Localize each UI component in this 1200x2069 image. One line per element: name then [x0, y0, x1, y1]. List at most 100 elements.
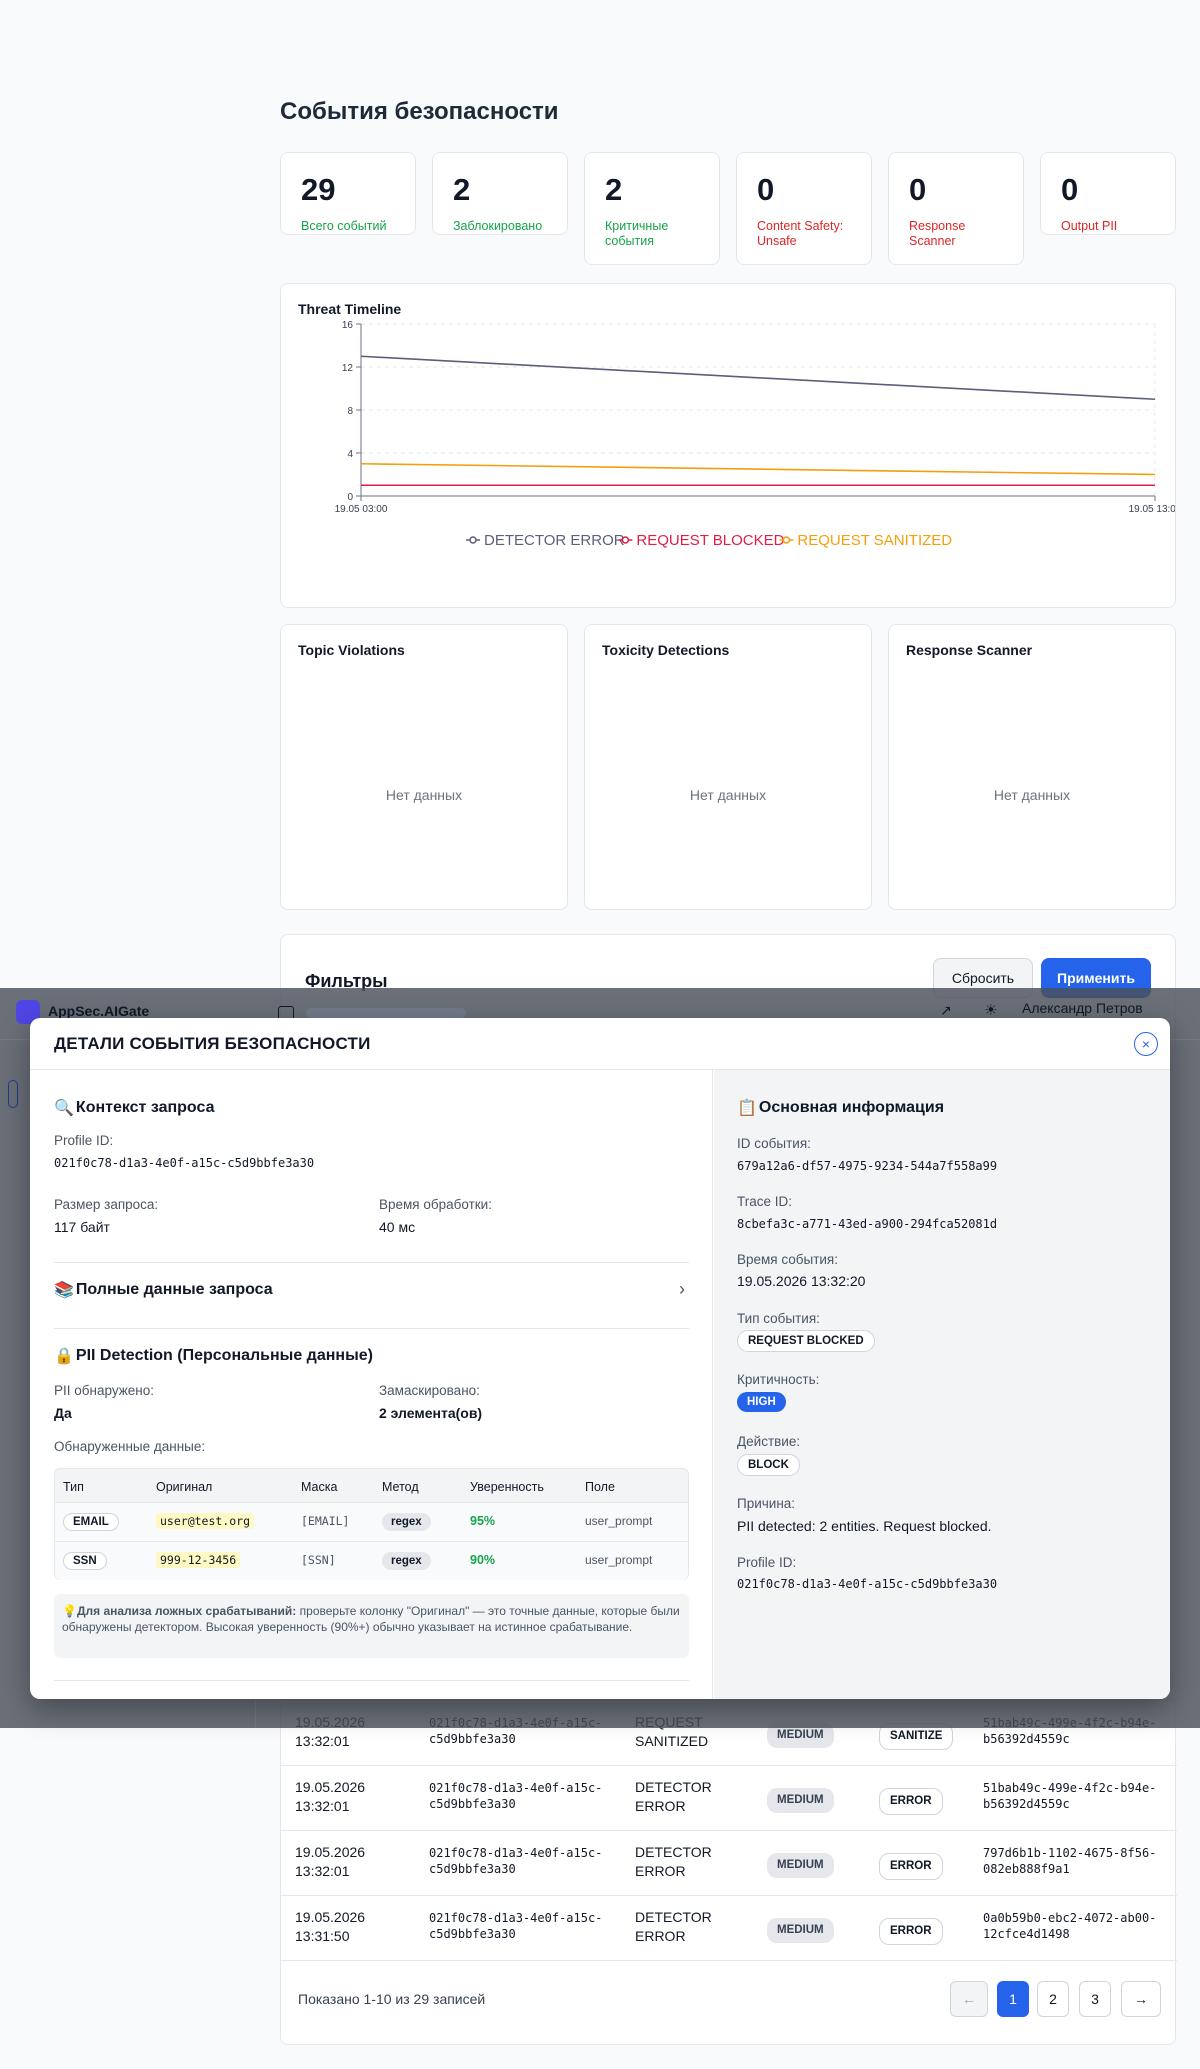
event-id-label: ID события:	[737, 1136, 811, 1151]
stat-card-response-scanner: 0 Response Scanner	[888, 152, 1024, 265]
reason-label: Причина:	[737, 1496, 796, 1511]
sidebar-item-active[interactable]	[8, 1080, 18, 1108]
clipboard-icon: 📋	[737, 1100, 757, 1117]
pii-field: user_prompt	[585, 1553, 653, 1567]
modal-title: ДЕТАЛИ СОБЫТИЯ БЕЗОПАСНОСТИ	[54, 1034, 371, 1053]
pii-found-value: Да	[54, 1405, 72, 1421]
panel-title: Response Scanner	[906, 642, 1033, 658]
stat-value: 2	[605, 172, 623, 207]
modal-left-column: 🔍 Контекст запроса Profile ID: 021f0c78-…	[30, 1070, 713, 1699]
page-button-3[interactable]: 3	[1079, 1981, 1111, 2017]
legend-label: DETECTOR ERROR	[484, 532, 625, 549]
series-line-request-sanitized	[360, 462, 1156, 476]
cell-profile: 021f0c78-d1a3-4e0f-a15c-c5d9bbfe3a30	[429, 1781, 603, 1811]
table-row[interactable]: 19.05.2026 13:31:50 021f0c78-d1a3-4e0f-a…	[281, 1896, 1177, 1961]
user-name[interactable]: Александр Петров	[1022, 1000, 1143, 1016]
y-tick-label: 0	[347, 492, 353, 503]
table-row[interactable]: 19.05.2026 13:32:01 021f0c78-d1a3-4e0f-a…	[281, 1766, 1177, 1831]
section-pii-detection: 🔒 PII Detection (Персональные данные)	[54, 1346, 373, 1366]
stat-label: Content Safety: Unsafe	[757, 219, 844, 248]
cell-profile: 021f0c78-d1a3-4e0f-a15c-c5d9bbfe3a30	[429, 1846, 603, 1876]
modal-header: ДЕТАЛИ СОБЫТИЯ БЕЗОПАСНОСТИ ×	[30, 1018, 1170, 1070]
stat-label: Всего событий	[301, 219, 387, 233]
y-tick-label: 12	[342, 363, 354, 374]
empty-state: Нет данных	[993, 787, 1071, 803]
section-request-context: 🔍 Контекст запроса	[54, 1098, 214, 1118]
theme-toggle-icon[interactable]: ☀	[984, 1001, 997, 1019]
panel-toxicity-detections: Toxicity Detections Нет данных	[584, 624, 872, 910]
lightbulb-icon: 💡	[62, 1604, 77, 1618]
stat-card-output-pii: 0 Output PII	[1040, 152, 1176, 235]
cell-profile: 021f0c78-d1a3-4e0f-a15c-c5d9bbfe3a30	[429, 1911, 603, 1941]
next-page-button[interactable]: →	[1121, 1981, 1161, 2017]
action-badge: ERROR	[879, 1853, 943, 1880]
pii-row: EMAIL user@test.org [EMAIL] regex 95% us…	[55, 1502, 688, 1541]
event-time-value: 19.05.2026 13:32:20	[737, 1273, 866, 1289]
threat-timeline-chart: 0 4 8 12 16 19.05 03:00 19.05 13:00 DETECTOR ER…	[335, 320, 1175, 549]
y-tick-label: 16	[342, 320, 354, 331]
stat-label: Заблокировано	[453, 219, 543, 233]
table-row[interactable]: 19.05.2026 13:32:01 021f0c78-d1a3-4e0f-a…	[281, 1831, 1177, 1896]
detected-data-label: Обнаруженные данные:	[54, 1439, 206, 1454]
pii-row: SSN 999-12-3456 [SSN] regex 90% user_pro…	[55, 1541, 688, 1580]
pii-found-label: PII обнаружено:	[54, 1383, 154, 1398]
magnifier-icon: 🔍	[54, 1100, 74, 1117]
divider	[54, 1680, 689, 1681]
stat-label: Response Scanner	[909, 219, 966, 248]
column-header: Уверенность	[470, 1480, 544, 1494]
legend-label: REQUEST BLOCKED	[636, 532, 784, 549]
processing-time-label: Время обработки:	[379, 1197, 492, 1212]
panel-response-scanner: Response Scanner Нет данных	[888, 624, 1176, 910]
trace-id-value: 8cbefa3c-a771-43ed-a900-294fca52081d	[737, 1217, 998, 1231]
reason-value: PII detected: 2 entities. Request blocke…	[737, 1518, 992, 1534]
column-header: Маска	[301, 1480, 338, 1494]
full-request-data-toggle[interactable]: 📚 Полные данные запроса ›	[54, 1279, 689, 1300]
cell-type: DETECTOR ERROR	[635, 1779, 712, 1814]
event-type-badge: REQUEST BLOCKED	[737, 1330, 875, 1352]
legend-marker-dot	[782, 536, 791, 544]
event-type-label: Тип события:	[737, 1311, 820, 1326]
size-value: 117 байт	[54, 1219, 110, 1235]
pii-confidence: 90%	[470, 1553, 496, 1567]
threat-timeline-card: Threat Timeline 0 4 8 12 16 19.05 03:00 19.05 …	[280, 283, 1176, 608]
event-time-label: Время события:	[737, 1252, 838, 1267]
event-id-value: 679a12a6-df57-4975-9234-544a7f558a99	[737, 1159, 998, 1173]
severity-badge: MEDIUM	[767, 1918, 834, 1943]
prev-page-button[interactable]: ←	[950, 1981, 988, 2017]
cell-type: DETECTOR ERROR	[635, 1844, 712, 1879]
pagination: Показано 1-10 из 29 записей ← 1 2 3 →	[281, 1961, 1177, 2031]
pii-field: user_prompt	[585, 1514, 653, 1528]
severity-label: Критичность:	[737, 1372, 820, 1387]
external-link-icon[interactable]: ↗	[940, 1002, 952, 1019]
panel-title: Topic Violations	[298, 642, 405, 658]
section-title: Полные данные запроса	[75, 1281, 273, 1298]
pii-original: user@test.org	[156, 1513, 255, 1529]
false-positive-tip: 💡Для анализа ложных срабатываний: провер…	[54, 1594, 689, 1658]
stat-value: 2	[453, 172, 471, 207]
stat-label: Критичные события	[605, 219, 669, 248]
lock-icon: 🔒	[54, 1348, 74, 1365]
divider	[54, 1262, 689, 1263]
cell-time: 19.05.2026 13:32:01	[295, 1844, 366, 1879]
stat-value: 0	[757, 172, 775, 207]
legend-marker-dot	[621, 536, 630, 544]
section-title: Основная информация	[758, 1099, 945, 1116]
trace-id-label: Trace ID:	[737, 1194, 793, 1209]
panel-topic-violations: Topic Violations Нет данных	[280, 624, 568, 910]
column-header: Поле	[585, 1480, 615, 1494]
page-button-1[interactable]: 1	[997, 1981, 1029, 2017]
profile-value: 021f0c78-d1a3-4e0f-a15c-c5d9bbfe3a30	[54, 1156, 315, 1170]
pii-method: regex	[382, 1513, 431, 1531]
empty-state: Нет данных	[689, 787, 767, 803]
section-title: PII Detection (Персональные данные)	[75, 1347, 373, 1364]
action-badge: BLOCK	[737, 1454, 800, 1476]
profile-id-value: 021f0c78-d1a3-4e0f-a15c-c5d9bbfe3a30	[737, 1577, 998, 1591]
close-icon[interactable]: ×	[1134, 1032, 1158, 1056]
page-title: События безопасности	[280, 98, 559, 125]
cell-time: 19.05.2026 13:32:01	[295, 1779, 366, 1814]
pii-method: regex	[382, 1552, 431, 1570]
empty-state: Нет данных	[385, 787, 463, 803]
stat-label: Output PII	[1061, 219, 1118, 233]
events-table: 19.05.2026 13:32:01 021f0c78-d1a3-4e0f-a…	[280, 1700, 1177, 2045]
page-button-2[interactable]: 2	[1037, 1981, 1069, 2017]
